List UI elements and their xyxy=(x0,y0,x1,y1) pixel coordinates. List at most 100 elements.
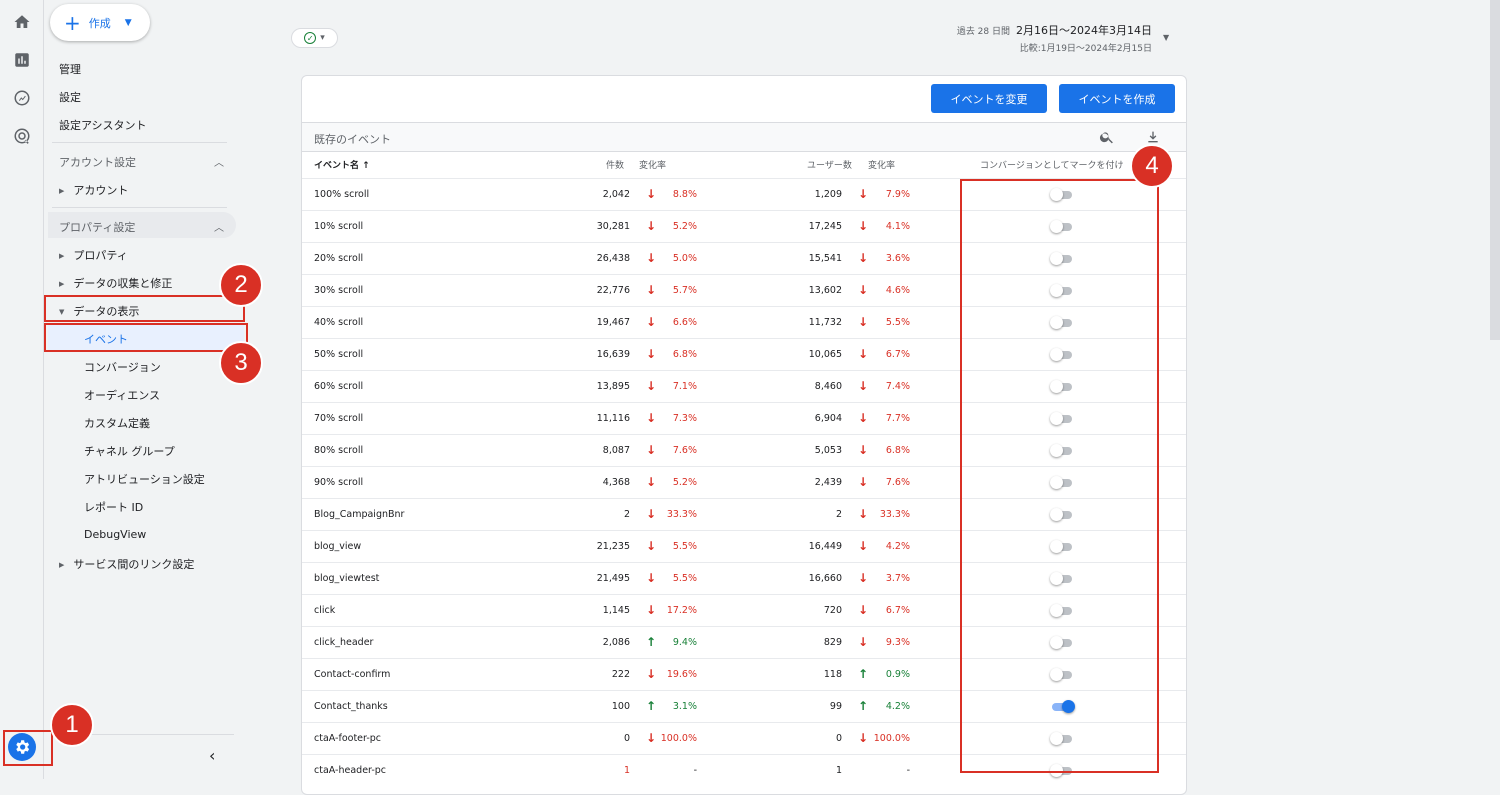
nav-item-property[interactable]: ▶ プロパティ xyxy=(59,247,128,263)
event-name-link[interactable]: ctaA-footer-pc xyxy=(314,733,381,744)
advertising-icon[interactable] xyxy=(12,126,32,146)
date-range-value: 2月16日～2024年3月14日 xyxy=(1016,24,1152,37)
nav-item-account[interactable]: ▶ アカウント xyxy=(59,182,128,198)
scrollbar[interactable] xyxy=(1490,0,1500,340)
create-button[interactable]: + 作成 ▼ xyxy=(50,4,150,41)
nav-item-product-links-label: サービス間のリンク設定 xyxy=(73,558,195,571)
col-header-count-change: 変化率 xyxy=(639,161,667,171)
event-name-link[interactable]: Contact-confirm xyxy=(314,669,390,680)
sidebar-item-custom-definitions[interactable]: カスタム定義 xyxy=(84,415,150,431)
event-name-link[interactable]: ctaA-header-pc xyxy=(314,765,386,776)
sidebar-item-channel-groups[interactable]: チャネル グループ xyxy=(84,443,175,459)
event-count: 8,087 xyxy=(602,445,630,456)
nav-item-setup-assistant[interactable]: 設定アシスタント xyxy=(59,117,147,133)
divider xyxy=(52,207,227,208)
users-change: 3.6% xyxy=(885,253,910,264)
event-count: 2 xyxy=(623,509,630,520)
event-name-link[interactable]: click xyxy=(314,605,335,616)
users-change: 7.7% xyxy=(885,413,910,424)
table-toolbar: 既存のイベント xyxy=(302,122,1186,152)
nav-item-admin[interactable]: 管理 xyxy=(59,61,81,77)
count-change: 100.0% xyxy=(660,733,697,744)
user-count: 16,660 xyxy=(808,573,842,584)
event-count: 30,281 xyxy=(596,221,630,232)
users-change: 7.6% xyxy=(885,477,910,488)
home-icon[interactable] xyxy=(12,12,32,32)
caret-down-icon[interactable]: ▼ xyxy=(1163,33,1169,42)
nav-item-data-collection[interactable]: ▶ データの収集と修正 xyxy=(59,275,172,291)
annotation-box-4 xyxy=(960,179,1159,773)
date-range-prefix: 過去 28 日間 xyxy=(956,27,1010,37)
count-change: 17.2% xyxy=(666,605,697,616)
count-change: 5.0% xyxy=(672,253,697,264)
table-title: 既存のイベント xyxy=(314,133,391,146)
nav-item-settings[interactable]: 設定 xyxy=(59,89,81,105)
users-change: 4.6% xyxy=(885,285,910,296)
event-count: 1,145 xyxy=(602,605,630,616)
users-change: 6.8% xyxy=(885,445,910,456)
user-count: 0 xyxy=(835,733,842,744)
event-count: 1 xyxy=(623,765,630,776)
create-event-button[interactable]: イベントを作成 xyxy=(1059,84,1175,113)
user-count: 16,449 xyxy=(808,541,842,552)
users-change: 7.9% xyxy=(885,189,910,200)
date-range[interactable]: 過去 28 日間 2月16日～2024年3月14日 比較:1月19日～2024年2… xyxy=(957,22,1152,54)
event-name-link[interactable]: 30% scroll xyxy=(314,285,363,296)
collapse-nav-icon[interactable]: ‹ xyxy=(209,746,215,765)
data-quality-chip[interactable]: ✓ ▾ xyxy=(291,28,338,48)
event-name-link[interactable]: 10% scroll xyxy=(314,221,363,232)
event-name-link[interactable]: 60% scroll xyxy=(314,381,363,392)
nav-item-data-collection-label: データの収集と修正 xyxy=(73,277,173,290)
event-name-link[interactable]: click_header xyxy=(314,637,373,648)
sidebar-item-reporting-id[interactable]: レポート ID xyxy=(84,499,143,515)
count-change: - xyxy=(693,765,697,776)
nav-section-property[interactable]: プロパティ設定 xyxy=(59,219,135,235)
event-name-link[interactable]: 100% scroll xyxy=(314,189,369,200)
explore-icon[interactable] xyxy=(12,88,32,108)
event-name-link[interactable]: 90% scroll xyxy=(314,477,363,488)
count-change: 9.4% xyxy=(672,637,697,648)
users-change: 33.3% xyxy=(879,509,910,520)
event-name-link[interactable]: Blog_CampaignBnr xyxy=(314,509,404,520)
nav-section-account[interactable]: アカウント設定 xyxy=(59,154,136,170)
user-count: 5,053 xyxy=(814,445,842,456)
chevron-up-icon[interactable]: ︿ xyxy=(214,219,224,234)
annotation-box-3 xyxy=(44,323,248,352)
users-change: 5.5% xyxy=(885,317,910,328)
search-icon[interactable] xyxy=(1099,129,1115,145)
event-name-link[interactable]: Contact_thanks xyxy=(314,701,388,712)
sidebar-item-audiences[interactable]: オーディエンス xyxy=(84,387,160,403)
event-count: 0 xyxy=(623,733,630,744)
count-change: 19.6% xyxy=(666,669,697,680)
col-header-event-name[interactable]: イベント名 ↑ xyxy=(314,158,370,171)
annotation-badge-3: 3 xyxy=(219,341,263,385)
nav-item-product-links[interactable]: ▶ サービス間のリンク設定 xyxy=(59,556,194,572)
count-change: 6.6% xyxy=(672,317,697,328)
col-header-count[interactable]: 件数 xyxy=(606,158,624,171)
event-name-link[interactable]: blog_viewtest xyxy=(314,573,379,584)
chevron-up-icon[interactable]: ︿ xyxy=(214,154,224,169)
user-count: 13,602 xyxy=(808,285,842,296)
event-count: 4,368 xyxy=(602,477,630,488)
col-header-users[interactable]: ユーザー数 xyxy=(807,158,852,171)
user-count: 6,904 xyxy=(814,413,842,424)
count-change: 3.1% xyxy=(672,701,697,712)
users-change: 6.7% xyxy=(885,605,910,616)
sidebar-item-conversions[interactable]: コンバージョン xyxy=(84,359,161,375)
sidebar-item-attribution-settings[interactable]: アトリビューション設定 xyxy=(84,471,205,487)
download-icon[interactable] xyxy=(1145,129,1161,145)
count-change: 5.5% xyxy=(672,541,697,552)
event-name-link[interactable]: 20% scroll xyxy=(314,253,363,264)
event-name-link[interactable]: 50% scroll xyxy=(314,349,363,360)
event-name-link[interactable]: blog_view xyxy=(314,541,361,552)
caret-down-icon: ▾ xyxy=(320,33,325,43)
event-name-link[interactable]: 40% scroll xyxy=(314,317,363,328)
sidebar-item-debugview[interactable]: DebugView xyxy=(84,528,146,541)
event-name-link[interactable]: 80% scroll xyxy=(314,445,363,456)
modify-event-button[interactable]: イベントを変更 xyxy=(931,84,1047,113)
reports-icon[interactable] xyxy=(12,50,32,70)
event-name-link[interactable]: 70% scroll xyxy=(314,413,363,424)
event-count: 11,116 xyxy=(596,413,630,424)
count-change: 5.2% xyxy=(672,221,697,232)
event-count: 26,438 xyxy=(596,253,630,264)
